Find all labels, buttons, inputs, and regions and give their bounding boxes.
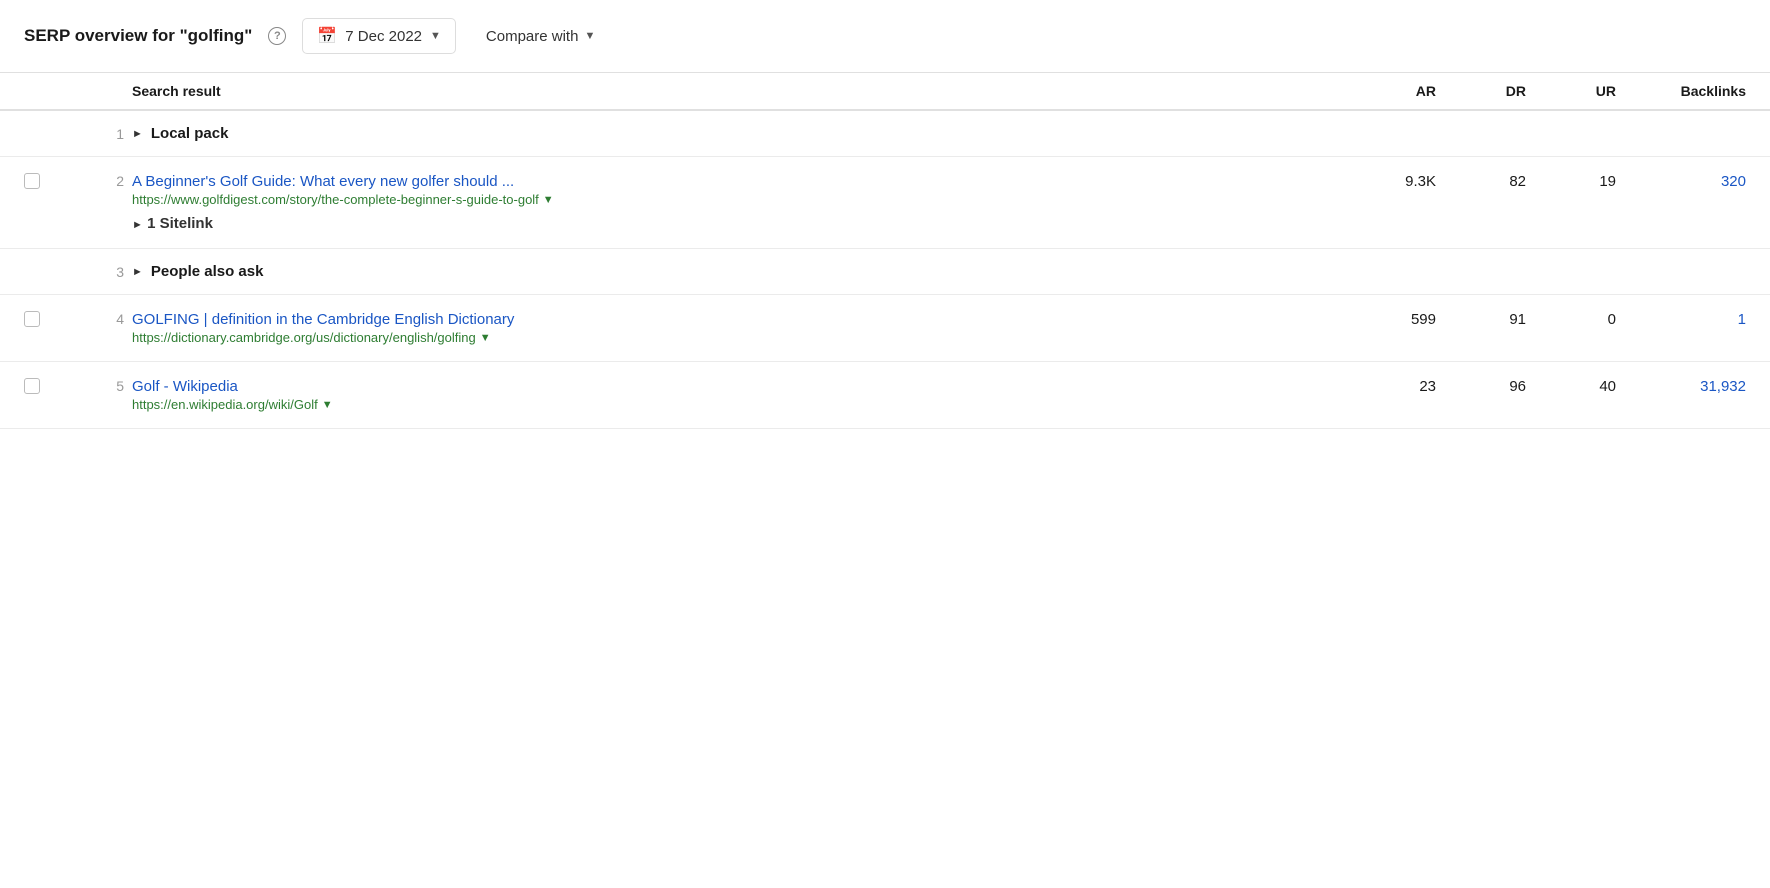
page-header: SERP overview for "golfing" ? 📅 7 Dec 20… xyxy=(0,0,1770,73)
row-5-dr: 96 xyxy=(1436,378,1526,395)
row-2-title[interactable]: A Beginner's Golf Guide: What every new … xyxy=(132,173,1326,190)
row-4-ar: 599 xyxy=(1326,311,1436,328)
row-4-ur: 0 xyxy=(1526,311,1616,328)
paa-arrow: ► xyxy=(132,266,143,278)
row-2-checkbox[interactable] xyxy=(24,173,40,189)
backlinks-col-header: Backlinks xyxy=(1616,83,1746,99)
row-2-url[interactable]: https://www.golfdigest.com/story/the-com… xyxy=(132,192,539,207)
row-4-checkbox[interactable] xyxy=(24,311,40,327)
checkbox-row-4[interactable] xyxy=(24,311,72,327)
help-icon[interactable]: ? xyxy=(268,27,286,45)
date-dropdown-arrow: ▼ xyxy=(430,30,441,42)
row-5-title[interactable]: Golf - Wikipedia xyxy=(132,378,1326,395)
row-5-backlinks[interactable]: 31,932 xyxy=(1616,378,1746,395)
row-2-ar: 9.3K xyxy=(1326,173,1436,190)
row-2-url-arrow[interactable]: ▼ xyxy=(543,194,554,206)
row-num-2: 2 xyxy=(72,173,132,189)
row-2-dr: 82 xyxy=(1436,173,1526,190)
row-5-checkbox[interactable] xyxy=(24,378,40,394)
checkbox-row-2[interactable] xyxy=(24,173,72,189)
row-5-ur: 40 xyxy=(1526,378,1616,395)
row-2: 2 A Beginner's Golf Guide: What every ne… xyxy=(0,157,1770,249)
dr-col-header: DR xyxy=(1436,83,1526,99)
ur-col-header: UR xyxy=(1526,83,1616,99)
page-title: SERP overview for "golfing" xyxy=(24,26,252,46)
search-result-col-header: Search result xyxy=(132,83,1326,99)
row-4-dr: 91 xyxy=(1436,311,1526,328)
local-pack-arrow: ► xyxy=(132,128,143,140)
people-also-ask-expand[interactable]: ► People also ask xyxy=(132,263,1746,280)
ar-col-header: AR xyxy=(1326,83,1436,99)
row-num-5: 5 xyxy=(72,378,132,394)
row-4-url[interactable]: https://dictionary.cambridge.org/us/dict… xyxy=(132,330,476,345)
row-2-content: A Beginner's Golf Guide: What every new … xyxy=(132,173,1326,232)
sitelink-arrow: ► xyxy=(132,219,143,231)
row-2-backlinks[interactable]: 320 xyxy=(1616,173,1746,190)
compare-label: Compare with xyxy=(486,28,579,45)
local-pack-expand[interactable]: ► Local pack xyxy=(132,125,1746,142)
row-5: 5 Golf - Wikipedia https://en.wikipedia.… xyxy=(0,362,1770,429)
local-pack-label: Local pack xyxy=(151,125,229,142)
calendar-icon: 📅 xyxy=(317,26,337,46)
row-5-url[interactable]: https://en.wikipedia.org/wiki/Golf xyxy=(132,397,318,412)
compare-dropdown-arrow: ▼ xyxy=(584,30,595,42)
row-5-ar: 23 xyxy=(1326,378,1436,395)
row-4-title[interactable]: GOLFING | definition in the Cambridge En… xyxy=(132,311,1326,328)
row-4-url-arrow[interactable]: ▼ xyxy=(480,332,491,344)
date-label: 7 Dec 2022 xyxy=(345,28,422,45)
row-4-backlinks[interactable]: 1 xyxy=(1616,311,1746,328)
paa-label: People also ask xyxy=(151,263,264,280)
compare-button[interactable]: Compare with ▼ xyxy=(472,21,609,52)
sitelink-label: 1 Sitelink xyxy=(147,215,213,232)
row-num-4: 4 xyxy=(72,311,132,327)
row-num-3: 3 xyxy=(72,264,132,280)
row-people-also-ask: 3 ► People also ask xyxy=(0,249,1770,295)
checkbox-row-5[interactable] xyxy=(24,378,72,394)
row-2-sitelink[interactable]: ► 1 Sitelink xyxy=(132,215,1326,232)
date-picker-button[interactable]: 📅 7 Dec 2022 ▼ xyxy=(302,18,456,54)
row-2-ur: 19 xyxy=(1526,173,1616,190)
row-5-url-arrow[interactable]: ▼ xyxy=(322,399,333,411)
row-4-content: GOLFING | definition in the Cambridge En… xyxy=(132,311,1326,345)
table-header: Search result AR DR UR Backlinks xyxy=(0,73,1770,111)
row-4: 4 GOLFING | definition in the Cambridge … xyxy=(0,295,1770,362)
row-5-content: Golf - Wikipedia https://en.wikipedia.or… xyxy=(132,378,1326,412)
row-num-1: 1 xyxy=(72,126,132,142)
row-local-pack: 1 ► Local pack xyxy=(0,111,1770,157)
